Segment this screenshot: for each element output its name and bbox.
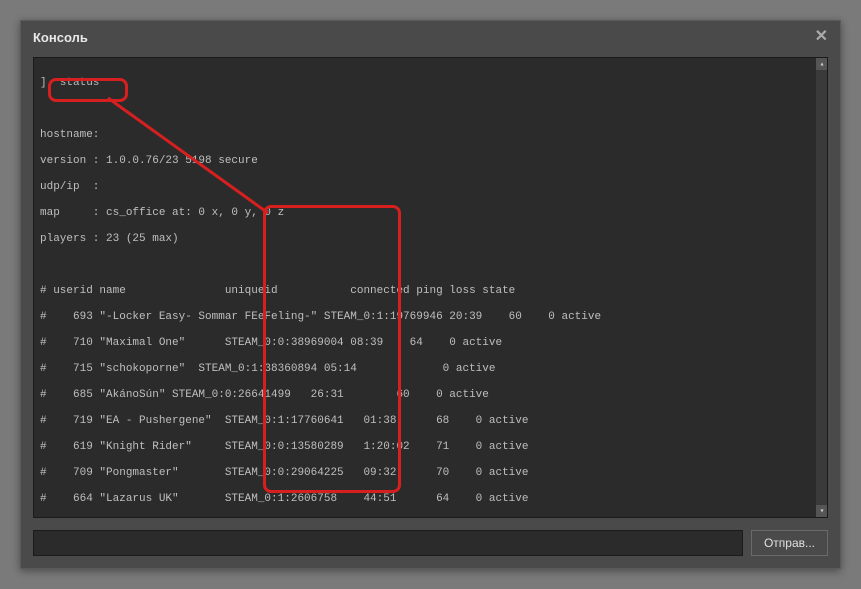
table-row: # 685 "AkánoSún" STEAM_0:0:26641499 26:3… — [40, 389, 821, 402]
scrollbar[interactable]: ▴ ▾ — [815, 58, 827, 517]
udp-line: udp/ip : — [40, 181, 821, 194]
scroll-up-icon[interactable]: ▴ — [816, 58, 828, 70]
hostname-line: hostname: — [40, 129, 821, 142]
table-row: # 710 "Maximal One" STEAM_0:0:38969004 0… — [40, 337, 821, 350]
blank — [40, 259, 821, 272]
version-line: version : 1.0.0.76/23 5198 secure — [40, 155, 821, 168]
console-window: Консоль ✕ ] status hostname: version : 1… — [20, 20, 841, 569]
prompt-line: ] status — [40, 77, 821, 90]
close-icon[interactable]: ✕ — [815, 29, 828, 45]
table-row: # 693 "-Locker Easy- Sommar FEeFeling-" … — [40, 311, 821, 324]
command-row: Отправ... — [21, 522, 840, 568]
blank — [40, 103, 821, 116]
table-row: # 715 "schokoporne" STEAM_0:1:38360894 0… — [40, 363, 821, 376]
window-title: Консоль — [33, 30, 88, 45]
table-header: # userid name uniqueid connected ping lo… — [40, 285, 821, 298]
scroll-down-icon[interactable]: ▾ — [816, 505, 828, 517]
table-row: # 664 "Lazarus UK" STEAM_0:1:2606758 44:… — [40, 493, 821, 506]
players-line: players : 23 (25 max) — [40, 233, 821, 246]
table-row: # 709 "Pongmaster" STEAM_0:0:29064225 09… — [40, 467, 821, 480]
table-row: # 619 "Knight Rider" STEAM_0:0:13580289 … — [40, 441, 821, 454]
console-output[interactable]: ] status hostname: version : 1.0.0.76/23… — [33, 57, 828, 518]
command-input[interactable] — [33, 530, 743, 556]
titlebar: Консоль ✕ — [21, 21, 840, 53]
table-row: # 719 "EA - Pushergene" STEAM_0:1:177606… — [40, 415, 821, 428]
send-button[interactable]: Отправ... — [751, 530, 828, 556]
map-line: map : cs_office at: 0 x, 0 y, 0 z — [40, 207, 821, 220]
